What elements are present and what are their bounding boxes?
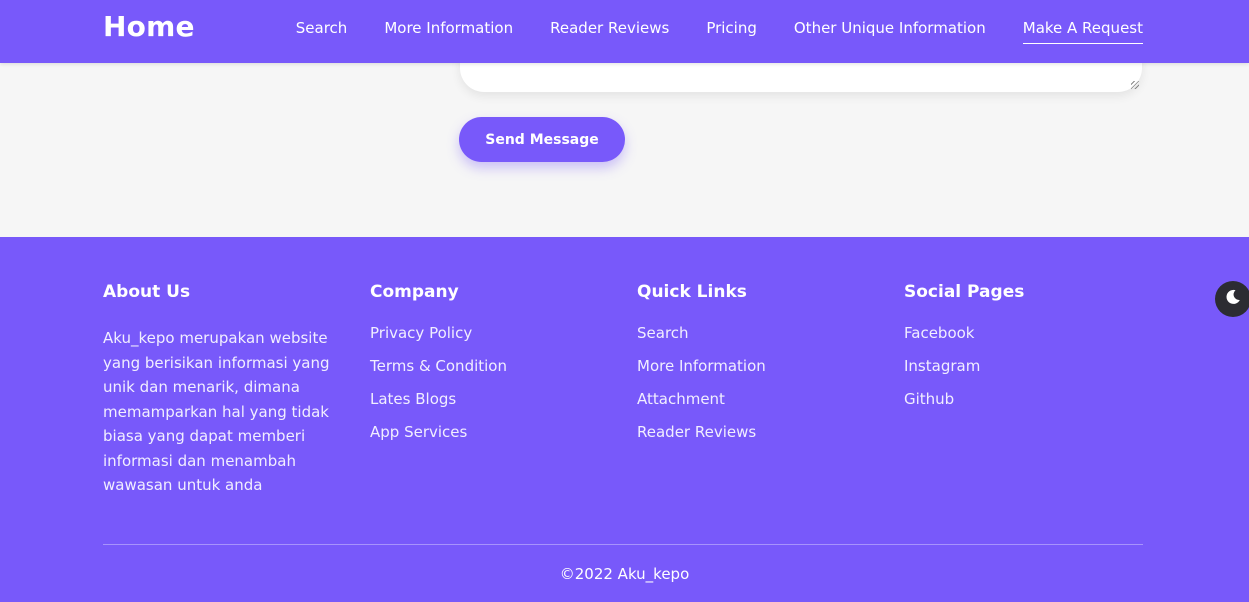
footer-link-lates-blogs[interactable]: Lates Blogs bbox=[370, 390, 456, 408]
footer-link-terms-condition[interactable]: Terms & Condition bbox=[370, 357, 507, 375]
footer-about-title: About Us bbox=[103, 282, 191, 302]
footer-social-links: Facebook Instagram Github bbox=[904, 323, 1024, 409]
footer-link-search[interactable]: Search bbox=[637, 324, 689, 342]
dark-mode-toggle-button[interactable] bbox=[1215, 281, 1249, 317]
moon-icon bbox=[1225, 289, 1241, 309]
footer-link-attachment[interactable]: Attachment bbox=[637, 390, 725, 408]
footer-divider bbox=[103, 544, 1143, 545]
copyright-text: ©2022 Aku_kepo bbox=[559, 565, 690, 583]
footer-link-more-information[interactable]: More Information bbox=[637, 357, 766, 375]
textarea-resize-handle[interactable] bbox=[1131, 81, 1139, 89]
footer-quick-links-column: Quick Links Search More Information Atta… bbox=[637, 282, 766, 455]
top-navbar: Home Search More Information Reader Revi… bbox=[0, 0, 1249, 63]
footer-company-title: Company bbox=[370, 282, 459, 302]
footer-company-links: Privacy Policy Terms & Condition Lates B… bbox=[370, 323, 507, 442]
nav-link-reader-reviews[interactable]: Reader Reviews bbox=[550, 19, 669, 44]
footer-link-instagram[interactable]: Instagram bbox=[904, 357, 980, 375]
footer-company-column: Company Privacy Policy Terms & Condition… bbox=[370, 282, 507, 455]
footer-about-column: About Us Aku_kepo merupakan website yang… bbox=[103, 282, 338, 498]
footer-link-app-services[interactable]: App Services bbox=[370, 423, 467, 441]
footer-about-text: Aku_kepo merupakan website yang berisika… bbox=[103, 329, 330, 494]
footer-social-column: Social Pages Facebook Instagram Github bbox=[904, 282, 1024, 422]
brand-home-link[interactable]: Home bbox=[103, 10, 195, 43]
nav-link-other-unique-information[interactable]: Other Unique Information bbox=[794, 19, 986, 44]
footer-link-facebook[interactable]: Facebook bbox=[904, 324, 974, 342]
nav-link-make-a-request[interactable]: Make A Request bbox=[1022, 19, 1143, 44]
footer-link-github[interactable]: Github bbox=[904, 390, 954, 408]
footer: About Us Aku_kepo merupakan website yang… bbox=[0, 237, 1249, 602]
nav-link-search[interactable]: Search bbox=[296, 19, 348, 44]
send-message-button[interactable]: Send Message bbox=[459, 117, 625, 162]
footer-social-title: Social Pages bbox=[904, 282, 1025, 302]
nav-link-pricing[interactable]: Pricing bbox=[706, 19, 757, 44]
nav-link-more-information[interactable]: More Information bbox=[384, 19, 513, 44]
footer-link-privacy-policy[interactable]: Privacy Policy bbox=[370, 324, 472, 342]
footer-link-reader-reviews[interactable]: Reader Reviews bbox=[637, 423, 756, 441]
nav-links: Search More Information Reader Reviews P… bbox=[296, 19, 1143, 44]
footer-quick-links: Search More Information Attachment Reade… bbox=[637, 323, 766, 442]
footer-quick-links-title: Quick Links bbox=[637, 282, 747, 302]
